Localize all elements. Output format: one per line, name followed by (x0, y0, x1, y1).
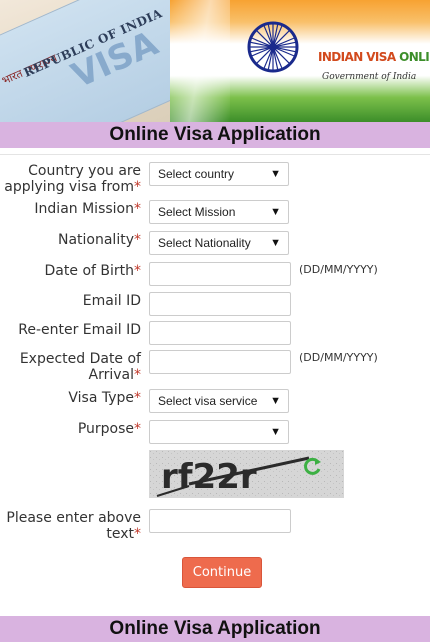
chevron-down-icon: ▼ (270, 168, 281, 180)
footer-title: Online Visa Application (0, 616, 430, 642)
captcha-image: rf22r (149, 450, 344, 498)
nationality-label: Nationality* (57, 232, 141, 248)
captcha-input[interactable] (149, 509, 291, 533)
dob-label: Date of Birth* (44, 263, 141, 279)
purpose-select[interactable]: ▼ (149, 420, 289, 444)
visa-type-select[interactable]: Select visa service ▼ (149, 389, 289, 413)
chevron-down-icon: ▼ (270, 206, 281, 218)
visa-type-label: Visa Type* (68, 390, 141, 406)
site-logo-text: INDIAN VISA ONLINE (318, 50, 430, 64)
arrival-date-label: Expected Date of Arrival* (19, 351, 141, 383)
captcha-label: Please enter above text* (6, 510, 141, 542)
purpose-label: Purpose* (77, 421, 141, 437)
email-label: Email ID (82, 293, 141, 309)
nationality-select[interactable]: Select Nationality ▼ (149, 231, 289, 255)
ashoka-chakra-icon (247, 21, 299, 73)
mission-select[interactable]: Select Mission ▼ (149, 200, 289, 224)
arrival-format-hint: (DD/MM/YYYY) (299, 351, 378, 364)
chevron-down-icon: ▼ (270, 395, 281, 407)
mission-label: Indian Mission* (34, 201, 141, 217)
country-select[interactable]: Select country ▼ (149, 162, 289, 186)
divider (0, 154, 430, 155)
email-input[interactable] (149, 292, 291, 316)
chevron-down-icon: ▼ (270, 426, 281, 438)
dob-input[interactable] (149, 262, 291, 286)
continue-button[interactable]: Continue (182, 557, 262, 588)
country-label: Country you are applying visa from* (4, 163, 141, 195)
dob-format-hint: (DD/MM/YYYY) (299, 263, 378, 276)
refresh-icon[interactable] (303, 456, 323, 476)
page-title: Online Visa Application (0, 122, 430, 148)
reenter-email-input[interactable] (149, 321, 291, 345)
government-of-india-text: Government of India (322, 72, 417, 82)
header-banner: भारत गणराज्य REPUBLIC OF INDIA VISA INDI… (0, 0, 430, 122)
chevron-down-icon: ▼ (270, 237, 281, 249)
arrival-date-input[interactable] (149, 350, 291, 374)
reenter-email-label: Re-enter Email ID (18, 322, 141, 338)
